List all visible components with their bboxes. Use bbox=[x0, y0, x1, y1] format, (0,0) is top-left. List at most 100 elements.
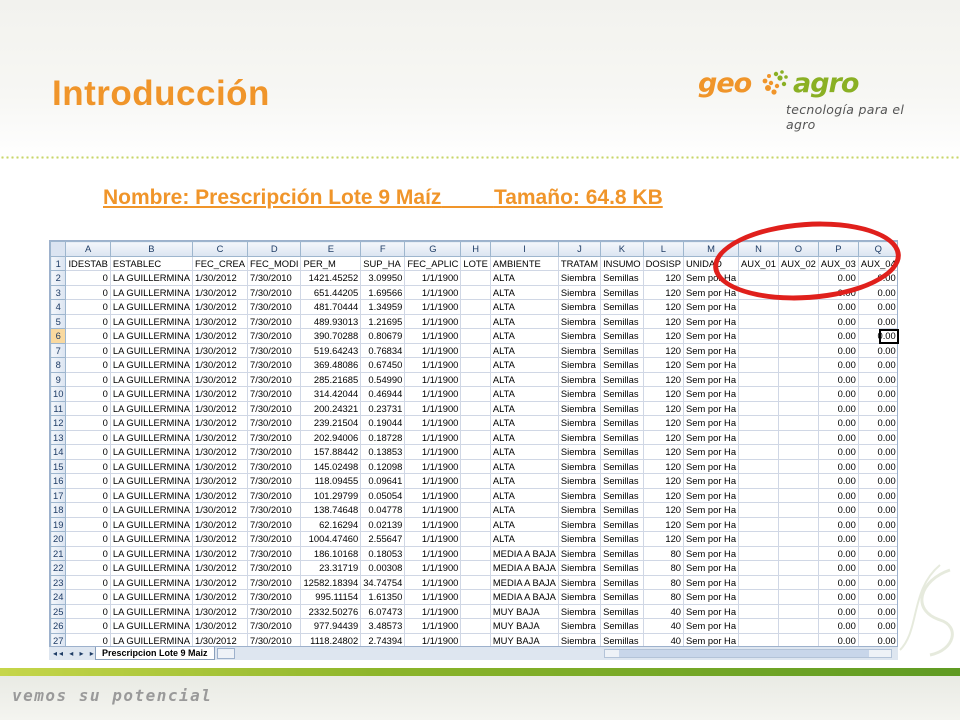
cell[interactable]: Siembra bbox=[557, 458, 602, 474]
cell[interactable]: Siembra bbox=[557, 415, 602, 431]
cell[interactable]: 0 bbox=[65, 516, 111, 532]
insert-sheet-icon[interactable] bbox=[217, 648, 235, 659]
cell[interactable]: 1/1/1900 bbox=[404, 502, 462, 518]
cell[interactable]: LA GUILLERMINA bbox=[109, 386, 193, 402]
cell[interactable] bbox=[460, 589, 491, 605]
cell[interactable] bbox=[738, 473, 779, 489]
header-cell-ambiente[interactable]: AMBIENTE bbox=[489, 255, 559, 271]
cell[interactable] bbox=[738, 603, 779, 619]
cell[interactable]: 1/30/2012 bbox=[191, 589, 249, 605]
cell[interactable]: 1/30/2012 bbox=[191, 342, 249, 358]
cell[interactable]: 7/30/2010 bbox=[246, 400, 302, 416]
cell[interactable] bbox=[777, 342, 819, 358]
cell[interactable] bbox=[738, 444, 779, 460]
cell[interactable]: 1.21695 bbox=[360, 313, 406, 329]
column-letter-G[interactable]: G bbox=[404, 241, 462, 257]
cell[interactable]: MEDIA A BAJA bbox=[489, 589, 559, 605]
cell[interactable] bbox=[460, 386, 491, 402]
cell[interactable] bbox=[777, 328, 819, 344]
column-letter-J[interactable]: J bbox=[557, 241, 602, 257]
row-header[interactable]: 4 bbox=[50, 299, 67, 315]
cell[interactable]: 7/30/2010 bbox=[246, 284, 302, 300]
cell[interactable]: 34.74754 bbox=[360, 574, 406, 590]
cell[interactable]: 0.00 bbox=[817, 603, 859, 619]
cell[interactable]: Semillas bbox=[600, 299, 644, 315]
cell[interactable]: 7/30/2010 bbox=[246, 386, 302, 402]
cell[interactable] bbox=[460, 618, 491, 634]
cell[interactable]: 0 bbox=[65, 313, 111, 329]
cell[interactable] bbox=[777, 357, 819, 373]
cell[interactable]: Semillas bbox=[600, 531, 644, 547]
row-header[interactable]: 22 bbox=[50, 560, 67, 576]
cell[interactable]: 0.12098 bbox=[360, 458, 406, 474]
row-header[interactable]: 10 bbox=[50, 386, 67, 402]
cell[interactable]: ALTA bbox=[489, 458, 559, 474]
row-header[interactable]: 11 bbox=[50, 400, 67, 416]
cell[interactable] bbox=[777, 429, 819, 445]
cell[interactable]: Sem por Ha bbox=[683, 458, 740, 474]
cell[interactable]: 1/30/2012 bbox=[191, 270, 249, 286]
cell[interactable]: 7/30/2010 bbox=[246, 328, 302, 344]
cell[interactable]: 977.94439 bbox=[300, 618, 362, 634]
cell[interactable]: LA GUILLERMINA bbox=[109, 560, 193, 576]
cell[interactable]: LA GUILLERMINA bbox=[109, 328, 193, 344]
cell[interactable]: Siembra bbox=[557, 560, 602, 576]
cell[interactable]: Siembra bbox=[557, 357, 602, 373]
cell[interactable]: 1.34959 bbox=[360, 299, 406, 315]
cell[interactable]: 1/30/2012 bbox=[191, 386, 249, 402]
cell[interactable]: Sem por Ha bbox=[683, 487, 740, 503]
cell[interactable]: Sem por Ha bbox=[683, 386, 740, 402]
cell[interactable]: 1/30/2012 bbox=[191, 574, 249, 590]
cell[interactable]: 120 bbox=[642, 400, 685, 416]
cell[interactable]: 7/30/2010 bbox=[246, 618, 302, 634]
cell[interactable]: 1/1/1900 bbox=[404, 473, 462, 489]
cell[interactable]: LA GUILLERMINA bbox=[109, 458, 193, 474]
cell[interactable]: 1/30/2012 bbox=[191, 545, 249, 561]
cell[interactable]: 1/30/2012 bbox=[191, 603, 249, 619]
cell[interactable]: 1/30/2012 bbox=[191, 502, 249, 518]
cell[interactable]: Sem por Ha bbox=[683, 574, 740, 590]
row-header[interactable]: 2 bbox=[50, 270, 67, 286]
cell[interactable]: 7/30/2010 bbox=[246, 429, 302, 445]
cell[interactable]: 1/1/1900 bbox=[404, 415, 462, 431]
cell[interactable]: 1/1/1900 bbox=[404, 560, 462, 576]
cell[interactable]: Sem por Ha bbox=[683, 357, 740, 373]
cell[interactable] bbox=[777, 545, 819, 561]
cell[interactable] bbox=[777, 444, 819, 460]
cell[interactable]: 0 bbox=[65, 458, 111, 474]
cell[interactable]: Semillas bbox=[600, 560, 644, 576]
cell[interactable]: 239.21504 bbox=[300, 415, 362, 431]
cell[interactable]: 0.00 bbox=[817, 328, 859, 344]
row-header[interactable]: 16 bbox=[50, 473, 67, 489]
cell[interactable]: 0 bbox=[65, 502, 111, 518]
cell[interactable]: Siembra bbox=[557, 487, 602, 503]
cell[interactable]: ALTA bbox=[489, 473, 559, 489]
row-header[interactable]: 26 bbox=[50, 618, 67, 634]
cell[interactable]: 120 bbox=[642, 502, 685, 518]
cell[interactable]: ALTA bbox=[489, 371, 559, 387]
cell[interactable] bbox=[738, 371, 779, 387]
cell[interactable] bbox=[777, 618, 819, 634]
cell[interactable]: 120 bbox=[642, 531, 685, 547]
cell[interactable]: MEDIA A BAJA bbox=[489, 545, 559, 561]
cell[interactable]: 7/30/2010 bbox=[246, 545, 302, 561]
cell[interactable]: 200.24321 bbox=[300, 400, 362, 416]
cell[interactable]: LA GUILLERMINA bbox=[109, 313, 193, 329]
cell[interactable] bbox=[460, 284, 491, 300]
cell[interactable]: 145.02498 bbox=[300, 458, 362, 474]
cell[interactable]: 7/30/2010 bbox=[246, 603, 302, 619]
cell[interactable]: Siembra bbox=[557, 284, 602, 300]
cell[interactable] bbox=[460, 574, 491, 590]
cell[interactable] bbox=[777, 531, 819, 547]
cell[interactable] bbox=[777, 574, 819, 590]
cell[interactable]: 0.00 bbox=[857, 458, 897, 474]
cell[interactable]: 0.00 bbox=[817, 618, 859, 634]
column-letter-H[interactable]: H bbox=[460, 241, 491, 257]
cell[interactable] bbox=[460, 270, 491, 286]
row-header[interactable]: 20 bbox=[50, 531, 67, 547]
cell[interactable]: 0.00 bbox=[817, 386, 859, 402]
cell[interactable]: Siembra bbox=[557, 328, 602, 344]
cell[interactable]: 1/30/2012 bbox=[191, 429, 249, 445]
cell[interactable]: Siembra bbox=[557, 386, 602, 402]
cell[interactable]: 120 bbox=[642, 270, 685, 286]
